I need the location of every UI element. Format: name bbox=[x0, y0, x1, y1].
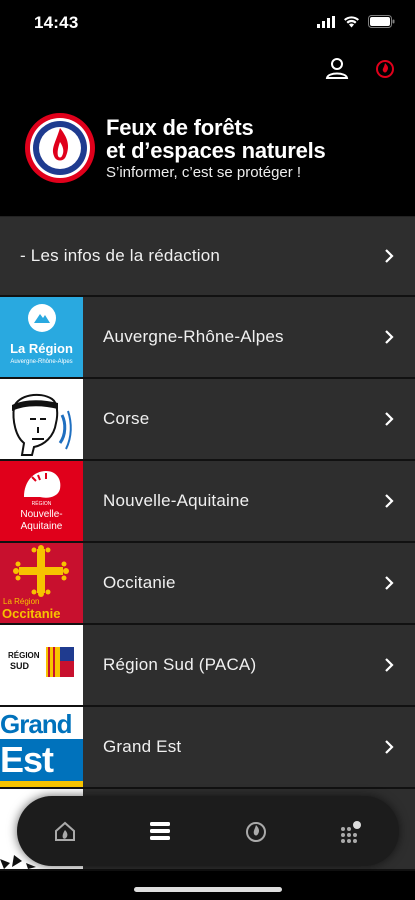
tab-list[interactable] bbox=[136, 807, 184, 855]
chevron-right-icon bbox=[385, 576, 394, 590]
list-item-grand-est[interactable]: Grand Est Grand Est bbox=[0, 707, 415, 789]
list-item-label: Auvergne-Rhône-Alpes bbox=[103, 327, 284, 346]
chevron-right-icon bbox=[385, 494, 394, 508]
list-item-region-sud[interactable]: RÉGION SUD Région Sud (PACA) bbox=[0, 625, 415, 707]
region-sud-logo: RÉGION SUD bbox=[0, 625, 83, 705]
battery-icon bbox=[368, 15, 395, 28]
chevron-right-icon bbox=[385, 658, 394, 672]
list-item-redaction[interactable]: - Les infos de la rédaction bbox=[0, 216, 415, 297]
app-title-line1: Feux de forêts bbox=[106, 115, 254, 140]
pompiers-logo bbox=[25, 113, 95, 183]
status-bar: 14:43 bbox=[0, 0, 415, 44]
signal-icon bbox=[317, 15, 335, 28]
wifi-icon bbox=[344, 15, 359, 27]
status-time: 14:43 bbox=[34, 13, 79, 32]
auvergne-logo-subtext: Auvergne-Rhône-Alpes bbox=[10, 359, 73, 365]
chevron-right-icon bbox=[385, 740, 394, 754]
tab-alerts[interactable] bbox=[232, 807, 280, 855]
list-item-corse[interactable]: Corse bbox=[0, 379, 415, 461]
app-header: Feux de forêts et d’espaces naturels S’i… bbox=[0, 100, 415, 216]
list-item-label: - Les infos de la rédaction bbox=[20, 246, 221, 265]
alert-fire-button[interactable] bbox=[369, 52, 401, 84]
region-sud-logo-text1: RÉGION bbox=[8, 651, 40, 660]
occitanie-logo: La Région Occitanie bbox=[0, 543, 83, 623]
list-item-auvergne[interactable]: La Région Auvergne-Rhône-Alpes Auvergne-… bbox=[0, 297, 415, 379]
list-item-label: Nouvelle-Aquitaine bbox=[103, 491, 250, 510]
tab-home[interactable] bbox=[41, 807, 89, 855]
list-item-nouvelle-aquitaine[interactable]: RÉGION Nouvelle- Aquitaine Nouvelle-Aqui… bbox=[0, 461, 415, 543]
occitan-cross-icon bbox=[13, 545, 69, 597]
home-indicator[interactable] bbox=[134, 887, 282, 892]
app-tagline: S’informer, c’est se protéger ! bbox=[106, 164, 302, 181]
nouvelle-aquitaine-logo-text2: Aquitaine bbox=[20, 521, 63, 532]
user-icon bbox=[325, 58, 349, 79]
grid-dots-icon bbox=[341, 821, 362, 843]
list-item-label: Grand Est bbox=[103, 737, 182, 756]
mountain-emblem-icon bbox=[28, 304, 56, 332]
list-item-label: Occitanie bbox=[103, 573, 176, 592]
list-item-label: Région Sud (PACA) bbox=[103, 655, 257, 674]
account-button[interactable] bbox=[321, 52, 353, 84]
lion-emblem-icon bbox=[24, 471, 61, 498]
grand-est-logo-text1: Grand bbox=[0, 709, 73, 739]
tab-more[interactable] bbox=[327, 807, 375, 855]
auvergne-logo-text: La Région bbox=[10, 341, 73, 356]
fire-alert-icon bbox=[376, 60, 394, 78]
grand-est-logo: Grand Est bbox=[0, 707, 83, 787]
list-item-label: Corse bbox=[103, 409, 150, 428]
app-title: Feux de forêts et d’espaces naturels bbox=[106, 116, 326, 162]
corse-logo bbox=[0, 379, 83, 459]
nouvelle-aquitaine-logo: RÉGION Nouvelle- Aquitaine bbox=[0, 461, 83, 541]
occitanie-logo-text2: Occitanie bbox=[2, 606, 61, 621]
top-toolbar bbox=[0, 52, 415, 84]
chevron-right-icon bbox=[385, 249, 394, 263]
region-list: - Les infos de la rédaction La Région Au… bbox=[0, 216, 415, 871]
occitanie-logo-text1: La Région bbox=[3, 597, 40, 606]
chevron-right-icon bbox=[385, 412, 394, 426]
nouvelle-aquitaine-logo-text1: Nouvelle- bbox=[20, 509, 63, 520]
fire-alert-icon bbox=[245, 822, 266, 842]
nouvelle-aquitaine-logo-small: RÉGION bbox=[31, 501, 52, 507]
list-icon bbox=[150, 822, 171, 840]
region-sud-shield-icon bbox=[46, 647, 74, 677]
status-icons bbox=[317, 15, 395, 28]
list-item-occitanie[interactable]: La Région Occitanie Occitanie bbox=[0, 543, 415, 625]
grand-est-logo-stripe bbox=[0, 781, 83, 787]
region-sud-logo-text2: SUD bbox=[10, 661, 30, 671]
moor-head-emblem-icon bbox=[12, 393, 72, 456]
app-title-line2: et d’espaces naturels bbox=[106, 138, 326, 163]
chevron-right-icon bbox=[385, 330, 394, 344]
bottom-tab-bar bbox=[17, 796, 399, 866]
home-fire-icon bbox=[54, 821, 75, 841]
auvergne-logo: La Région Auvergne-Rhône-Alpes bbox=[0, 297, 83, 377]
grand-est-logo-text2: Est bbox=[0, 739, 83, 781]
